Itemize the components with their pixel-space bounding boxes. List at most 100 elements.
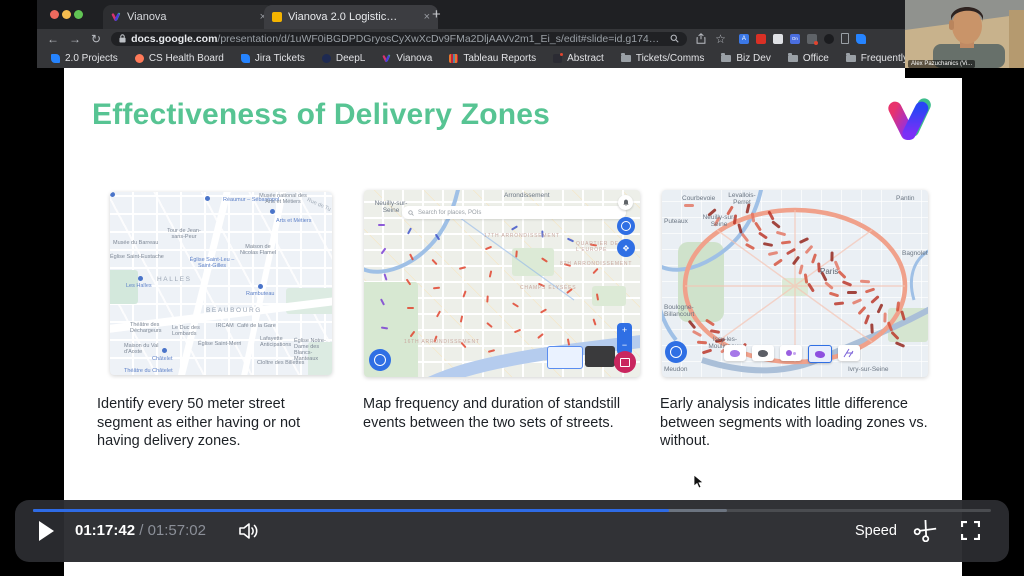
clip-scissors-icon[interactable]: [913, 520, 937, 542]
ext-on-icon[interactable]: On: [790, 34, 800, 44]
time-filter-button[interactable]: [665, 341, 687, 363]
map-label: Puteaux: [664, 218, 688, 225]
map-label: Église Saint-Leu – Saint-Gilles: [186, 257, 238, 269]
segment-marker: [684, 204, 694, 207]
fullscreen-icon[interactable]: [961, 521, 980, 540]
bookmark-cs-health-board[interactable]: CS Health Board: [135, 53, 224, 64]
layer-network-button[interactable]: [838, 345, 860, 361]
bookmark-star-icon[interactable]: ☆: [715, 32, 726, 46]
time-filter-button[interactable]: [369, 349, 391, 371]
tab-title: Vianova: [127, 11, 167, 23]
bookmarks-bar: 2.0 Projects CS Health Board Jira Ticket…: [37, 48, 990, 68]
layer-darkmap-button[interactable]: [752, 345, 774, 361]
ext-adobe-icon[interactable]: [756, 34, 766, 44]
window-close-button[interactable]: [50, 10, 59, 19]
extensions-area: A On: [732, 33, 866, 44]
map-label: IRCAM: [216, 323, 234, 329]
url-host: docs.google.com: [131, 33, 217, 45]
layer-segments-button-selected[interactable]: [808, 345, 832, 363]
map-style-preview-light[interactable]: [547, 346, 583, 369]
window-zoom-button[interactable]: [74, 10, 83, 19]
url-bar[interactable]: docs.google.com/presentation/d/1uWF0iBGD…: [111, 32, 687, 46]
event-marker: [407, 307, 414, 309]
vianova-icon: [382, 54, 391, 63]
seek-bar[interactable]: [33, 509, 991, 512]
google-slides-favicon-icon: [272, 12, 282, 22]
map-label: CHAMPS ÉLYSÉES: [520, 286, 576, 292]
ext-notes-icon[interactable]: [773, 34, 783, 44]
new-tab-button[interactable]: +: [432, 6, 441, 23]
play-button[interactable]: [39, 521, 54, 541]
bookmark-office[interactable]: Office: [788, 53, 829, 64]
notifications-bell-button[interactable]: [618, 195, 633, 210]
video-player-bar: 01:17:42 / 01:57:02 Speed: [15, 500, 1009, 562]
ext-translate-icon[interactable]: A: [739, 34, 749, 44]
map-layers-button[interactable]: [617, 217, 635, 235]
map-label: Église Saint-Eustache: [110, 254, 164, 260]
bookmark-abstract[interactable]: Abstract: [553, 53, 604, 64]
mouse-cursor: [693, 474, 704, 489]
ext-jira-icon[interactable]: [856, 34, 866, 44]
map-label: Arrondissement: [504, 192, 550, 199]
map-label: Levallois-Perret: [724, 192, 760, 206]
map-directions-button[interactable]: ✥: [617, 239, 635, 257]
map-style-preview-dark[interactable]: [585, 346, 615, 367]
bell-icon: [622, 199, 630, 207]
map-label: Maison de Nicolas Flamel: [236, 244, 280, 256]
bookmark-vianova[interactable]: Vianova: [382, 53, 432, 64]
map-search-input[interactable]: Search for places, POIs: [402, 206, 626, 219]
layer-heatmap-button[interactable]: [724, 345, 746, 361]
duration: 01:57:02: [148, 522, 206, 539]
map-label: Église Notre-Dame des Blancs-Manteaux: [294, 338, 332, 362]
forward-button[interactable]: →: [69, 32, 81, 46]
url-path: /presentation/d/1uWF0iBGDPDGryosCyXwXcDv…: [217, 33, 664, 45]
time-display: 01:17:42 / 01:57:02: [75, 522, 206, 539]
map-thumbnail-analysis[interactable]: Courbevoie Levallois-Perret Pantin Putea…: [662, 190, 928, 377]
folder-icon: [721, 55, 731, 62]
map-label: Cloître des Billettes: [257, 360, 304, 366]
browser-tab-logistics[interactable]: Vianova 2.0 Logistics_EN - Go... ×: [264, 5, 438, 29]
search-icon[interactable]: [670, 34, 679, 43]
jira-icon: [241, 54, 250, 63]
ext-gear-icon[interactable]: [807, 34, 817, 44]
map-label: Courbevoie: [682, 195, 715, 202]
feedback-button[interactable]: [614, 351, 636, 373]
map-label: Théâtre des Déchargeurs: [130, 322, 176, 334]
speed-button[interactable]: Speed: [855, 523, 897, 539]
layer-bubbles-button[interactable]: [780, 345, 802, 361]
map-label: 16TH ARRONDISSEMENT: [404, 340, 480, 346]
map-label: 17TH ARRONDISSEMENT: [484, 234, 560, 240]
browser-toolbar: ← → ↻ docs.google.com/presentation/d/1uW…: [37, 29, 990, 48]
browser-tab-vianova[interactable]: Vianova ×: [103, 5, 274, 29]
map-label: Théâtre du Châtelet: [124, 368, 173, 374]
map-label: Maison du Val d'Aoste: [124, 343, 160, 355]
folder-icon: [788, 55, 798, 62]
map-label: Arts et Métiers: [276, 218, 311, 224]
tab-close-icon[interactable]: ×: [416, 11, 430, 23]
bookmark-deepl[interactable]: DeepL: [322, 53, 365, 64]
volume-icon[interactable]: [237, 521, 259, 541]
map-label: Café de la Gare: [237, 323, 276, 329]
back-button[interactable]: ←: [47, 32, 59, 46]
reload-button[interactable]: ↻: [91, 32, 101, 46]
ext-circle-icon[interactable]: [824, 34, 834, 44]
segment-marker: [847, 291, 857, 294]
bookmark-tableau-reports[interactable]: Tableau Reports: [449, 53, 536, 64]
bookmark-biz-dev[interactable]: Biz Dev: [721, 53, 770, 64]
segment-marker: [883, 312, 886, 322]
bookmark-tickets-comms[interactable]: Tickets/Comms: [621, 53, 705, 64]
bookmark-jira-tickets[interactable]: Jira Tickets: [241, 53, 305, 64]
tab-bar: Vianova × Vianova 2.0 Logistics_EN - Go.…: [37, 0, 990, 29]
map-label: Église Saint-Merri: [198, 341, 241, 347]
window-minimize-button[interactable]: [62, 10, 71, 19]
map-label: Musée national des Arts et Métiers: [258, 193, 308, 205]
webcam-video: [905, 0, 1024, 68]
ext-phone-icon[interactable]: [841, 33, 849, 44]
bookmark-2-0-projects[interactable]: 2.0 Projects: [51, 53, 118, 64]
event-marker: [378, 224, 385, 226]
webcam-overlay[interactable]: Alex Pazuchanics (Vi...: [905, 0, 1024, 78]
map-label: Musée du Barreau: [113, 240, 158, 246]
map-thumbnail-delivery-zones[interactable]: Réaumur – Sébastopol Musée national des …: [110, 192, 332, 375]
share-icon[interactable]: [696, 33, 706, 44]
map-thumbnail-standstill-events[interactable]: Arrondissement Neuilly-sur-Seine 17TH AR…: [364, 190, 640, 377]
